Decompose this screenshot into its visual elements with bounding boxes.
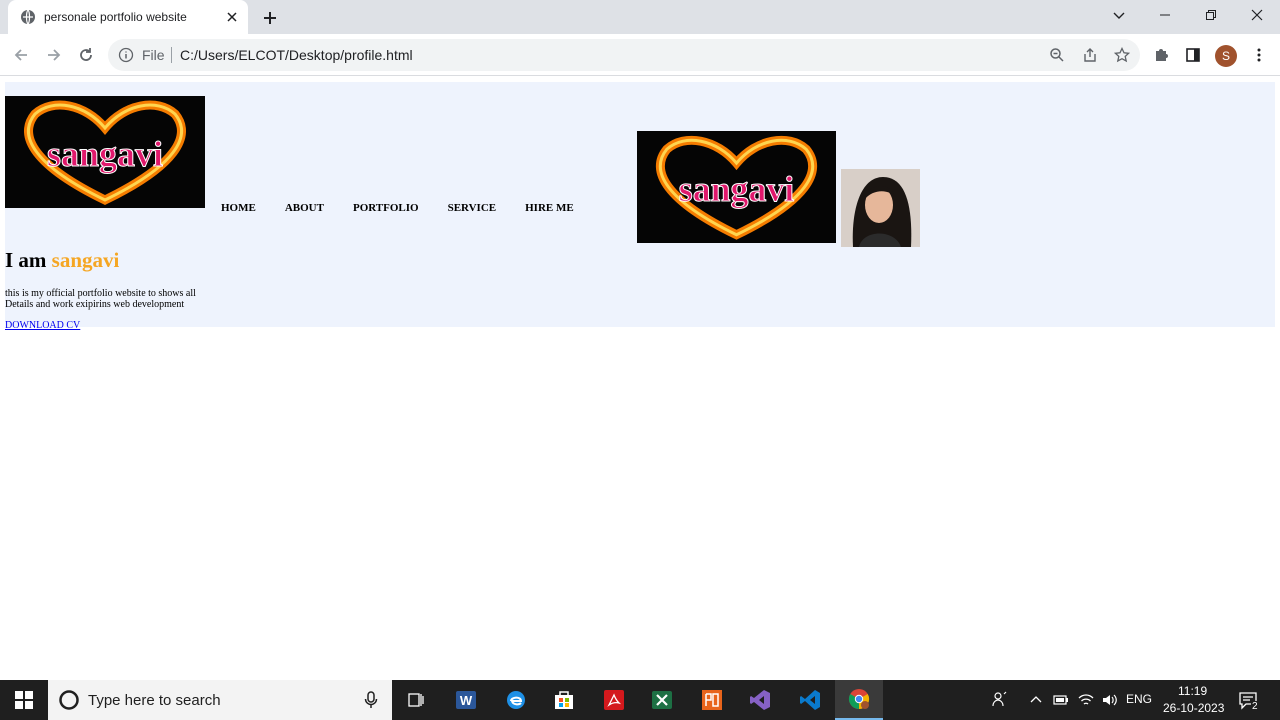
logo-text-secondary: sangavi	[679, 169, 794, 209]
acrobat-icon	[604, 690, 624, 710]
battery-icon[interactable]	[1053, 693, 1069, 707]
taskbar-word[interactable]: W	[442, 680, 490, 720]
address-bar[interactable]: File C:/Users/ELCOT/Desktop/profile.html	[108, 39, 1140, 71]
url-text[interactable]: C:/Users/ELCOT/Desktop/profile.html	[180, 47, 413, 63]
reload-icon	[80, 48, 92, 61]
windows-logo-icon	[15, 691, 33, 709]
reload-button[interactable]	[74, 43, 98, 67]
taskbar-search-box[interactable]: Type here to search	[48, 680, 392, 720]
share-icon[interactable]	[1082, 47, 1098, 63]
taskbar-acrobat[interactable]	[590, 680, 638, 720]
forward-button[interactable]	[42, 43, 66, 67]
taskbar-excel[interactable]	[638, 680, 686, 720]
back-button[interactable]	[9, 43, 33, 67]
taskbar-edge[interactable]	[492, 680, 540, 720]
zoom-icon[interactable]	[1049, 47, 1065, 63]
store-icon	[555, 691, 573, 709]
download-cv-link[interactable]: DOWNLOAD CV	[5, 320, 80, 331]
edge-icon	[507, 691, 525, 709]
task-view-button[interactable]	[392, 680, 440, 720]
arrow-right-icon	[48, 49, 61, 61]
hero-description: this is my official portfolio website to…	[5, 288, 235, 310]
app-orange-icon	[702, 690, 722, 710]
more-vertical-icon	[1257, 48, 1261, 62]
taskbar-chrome[interactable]	[835, 680, 883, 720]
puzzle-icon	[1156, 49, 1168, 61]
search-placeholder: Type here to search	[88, 692, 221, 709]
logo-image[interactable]: sangavi	[5, 96, 205, 208]
notification-count: 2	[1251, 701, 1259, 712]
bookmark-star-icon[interactable]	[1114, 47, 1130, 63]
flame-heart-logo: sangavi	[5, 96, 205, 208]
word-icon: W	[456, 691, 476, 709]
description-line-2: Details and work exipirins web developme…	[5, 299, 185, 310]
hero-section: sangavi HOME ABOUT PORTFOLIO SERVICE HIR…	[5, 82, 1275, 331]
nav-hire-me[interactable]: HIRE ME	[525, 202, 574, 214]
taskbar-app-orange[interactable]	[688, 680, 736, 720]
task-view-icon	[408, 693, 424, 707]
web-page: sangavi HOME ABOUT PORTFOLIO SERVICE HIR…	[0, 77, 1280, 680]
arrow-left-icon	[14, 49, 27, 61]
minimize-button[interactable]	[1142, 0, 1188, 30]
side-panel-icon	[1186, 48, 1200, 62]
taskbar-visual-studio[interactable]	[736, 680, 784, 720]
menu-button[interactable]	[1247, 43, 1271, 67]
heading-name: sangavi	[51, 248, 120, 272]
new-tab-icon[interactable]	[260, 8, 280, 28]
visual-studio-icon	[750, 690, 770, 710]
tab-title: personale portfolio website	[44, 10, 187, 24]
restore-icon	[1206, 10, 1216, 20]
cortana-circle-icon	[59, 690, 79, 710]
url-scheme-label: File	[142, 47, 165, 63]
chevron-down-icon	[1113, 12, 1125, 19]
browser-tab[interactable]: personale portfolio website	[8, 0, 248, 34]
start-button[interactable]	[0, 680, 48, 720]
main-nav: HOME ABOUT PORTFOLIO SERVICE HIRE ME	[221, 202, 603, 214]
globe-icon	[21, 9, 35, 25]
nav-home[interactable]: HOME	[221, 202, 256, 214]
close-window-button[interactable]	[1234, 0, 1280, 30]
flame-heart-logo: sangavi	[637, 131, 836, 243]
tab-search-button[interactable]	[1096, 0, 1142, 30]
wifi-icon[interactable]	[1078, 692, 1094, 708]
taskbar-store[interactable]	[540, 680, 588, 720]
heading-prefix: I am	[5, 248, 52, 272]
people-icon[interactable]	[992, 691, 1008, 707]
profile-photo	[841, 169, 920, 247]
side-panel-button[interactable]	[1181, 43, 1205, 67]
url-separator	[171, 47, 172, 63]
minimize-icon	[1160, 14, 1170, 16]
logo-text: sangavi	[47, 134, 163, 174]
clock-time[interactable]: 11:19	[1178, 684, 1207, 698]
nav-portfolio[interactable]: PORTFOLIO	[353, 202, 419, 214]
volume-icon[interactable]	[1101, 692, 1117, 708]
hero-heading: I am sangavi	[5, 248, 119, 273]
browser-toolbar: File C:/Users/ELCOT/Desktop/profile.html	[0, 34, 1280, 76]
extensions-button[interactable]	[1149, 43, 1173, 67]
windows-taskbar: Type here to search W ENG 11:19 26-10-20…	[0, 680, 1280, 720]
info-icon[interactable]	[118, 47, 134, 63]
clock-date[interactable]: 26-10-2023	[1163, 701, 1224, 715]
chevron-up-icon[interactable]	[1030, 694, 1042, 706]
excel-icon	[652, 691, 672, 709]
portrait-image	[841, 169, 920, 247]
taskbar-vscode[interactable]	[786, 680, 834, 720]
close-tab-icon[interactable]	[224, 9, 240, 25]
tab-strip: personale portfolio website	[0, 0, 1280, 34]
description-line-1: this is my official portfolio website to…	[5, 288, 196, 299]
vscode-icon	[800, 690, 820, 710]
nav-about[interactable]: ABOUT	[285, 202, 324, 214]
svg-text:W: W	[460, 693, 473, 708]
close-icon	[1251, 9, 1263, 21]
restore-button[interactable]	[1188, 0, 1234, 30]
nav-service[interactable]: SERVICE	[448, 202, 497, 214]
chrome-icon	[848, 689, 870, 710]
language-indicator[interactable]: ENG	[1126, 692, 1152, 706]
logo-image-secondary: sangavi	[637, 131, 836, 243]
profile-avatar[interactable]: S	[1215, 45, 1237, 67]
microphone-icon[interactable]	[364, 691, 378, 709]
